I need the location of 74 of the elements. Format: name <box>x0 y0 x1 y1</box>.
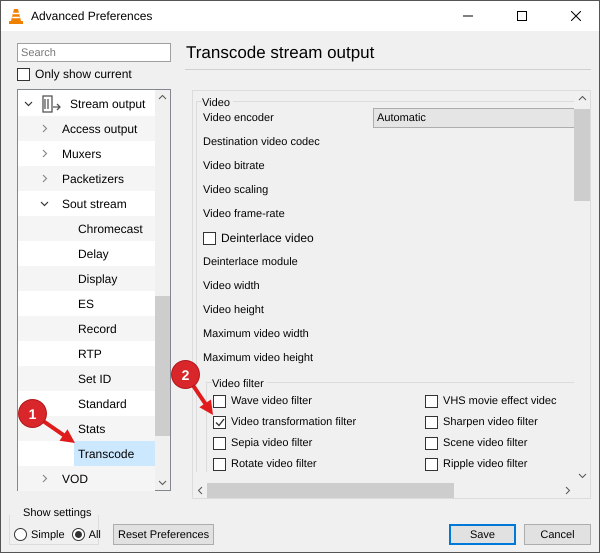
chevron-down-icon[interactable] <box>40 199 49 208</box>
chevron-down-icon[interactable] <box>158 480 167 486</box>
field-label: Destination video codec <box>203 136 321 148</box>
chevron-down-icon[interactable] <box>24 99 33 108</box>
checkbox-label: Sepia video filter <box>231 437 312 449</box>
tree-item[interactable]: ES <box>74 291 155 316</box>
tree-item[interactable]: RTP <box>74 341 155 366</box>
checkbox[interactable] <box>425 416 438 428</box>
checkbox-label: Scene video filter <box>443 437 528 449</box>
field-label: Maximum video height <box>203 352 314 364</box>
search-field[interactable]: Search <box>17 43 171 62</box>
chevron-right-icon[interactable] <box>40 149 49 158</box>
field-label: Maximum video width <box>203 328 310 340</box>
tree-item[interactable]: Transcode <box>74 441 155 466</box>
group-title: Video filter <box>212 378 267 390</box>
field-label: Video encoder <box>203 112 275 124</box>
checkbox[interactable] <box>213 436 226 450</box>
radio-button[interactable] <box>14 528 27 541</box>
field-label: Video scaling <box>203 184 270 196</box>
checkbox[interactable] <box>425 458 438 470</box>
chevron-right-icon[interactable] <box>40 474 49 483</box>
checkbox[interactable] <box>17 68 30 80</box>
chevron-down-icon[interactable] <box>578 473 586 479</box>
checkbox-label: Rotate video filter <box>231 458 317 470</box>
close-icon[interactable] <box>571 11 581 21</box>
scrollbar-thumb[interactable] <box>155 296 170 436</box>
checkbox[interactable] <box>203 232 216 244</box>
checkbox-label: Deinterlace video <box>221 231 314 245</box>
field-label: Video width <box>203 280 261 292</box>
chevron-up-icon[interactable] <box>578 95 586 101</box>
checkbox[interactable] <box>213 394 226 408</box>
save-button[interactable]: Save <box>449 524 516 545</box>
scrollbar-thumb[interactable] <box>574 109 590 201</box>
checkbox-label: Ripple video filter <box>443 458 528 470</box>
checkbox[interactable] <box>213 416 226 428</box>
checkbox[interactable] <box>213 458 226 470</box>
window-title: Advanced Preferences <box>31 9 154 23</box>
tree-item[interactable]: Delay <box>74 241 155 266</box>
maximize-icon[interactable] <box>517 11 527 21</box>
field-label: Video bitrate <box>203 160 266 172</box>
dropdown[interactable]: Automatic <box>373 108 574 128</box>
field-label: Video height <box>203 304 265 316</box>
chevron-up-icon[interactable] <box>158 94 167 100</box>
radio-label: Simple <box>31 528 65 540</box>
tree-item[interactable]: Standard <box>74 391 155 416</box>
tree-item[interactable]: Sout stream <box>58 191 155 216</box>
checkbox-label: Sharpen video filter <box>443 416 538 428</box>
cancel-button[interactable]: Cancel <box>524 524 591 545</box>
reset-button[interactable]: Reset Preferences <box>113 524 214 545</box>
chevron-right-icon[interactable] <box>40 124 49 133</box>
scrollbar-thumb[interactable] <box>207 483 454 498</box>
traffic-cone-icon <box>9 8 23 24</box>
radio-button[interactable] <box>72 528 85 541</box>
checkbox-label: Only show current <box>35 67 132 81</box>
field-label: Deinterlace module <box>203 256 299 268</box>
radio-dot-icon <box>74 531 82 538</box>
panel-heading: Transcode stream output <box>185 43 591 70</box>
checkbox-label: Wave video filter <box>231 395 312 407</box>
checkbox[interactable] <box>425 394 438 408</box>
chevron-right-icon[interactable] <box>40 174 49 183</box>
checkbox-label: VHS movie effect videc <box>443 395 557 407</box>
scrollbar[interactable] <box>155 90 170 490</box>
checkbox[interactable] <box>425 436 438 450</box>
checkmark-icon <box>214 418 224 426</box>
tree-item[interactable]: Stream output <box>66 91 155 116</box>
group-title: Video <box>202 97 233 109</box>
field-label: Video frame-rate <box>203 208 286 220</box>
radio-label: All <box>88 528 101 540</box>
stream-output-icon <box>42 94 62 112</box>
chevron-left-icon[interactable] <box>196 486 204 495</box>
chevron-right-icon[interactable] <box>564 486 570 495</box>
tree-item[interactable]: Muxers <box>58 141 155 166</box>
annotation-badge: 2 <box>172 361 199 388</box>
checkbox-label: Video transformation filter <box>231 416 356 428</box>
